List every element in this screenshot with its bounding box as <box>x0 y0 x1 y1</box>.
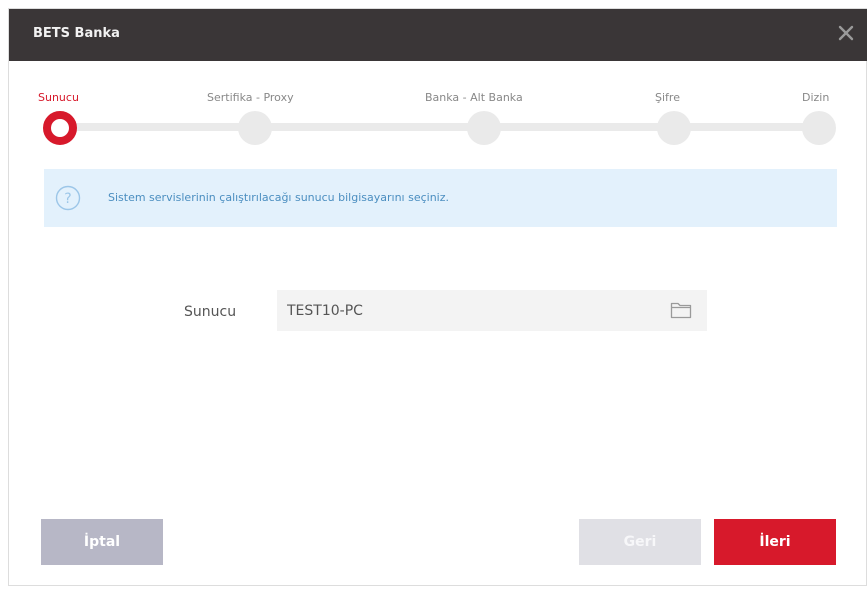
close-icon[interactable] <box>835 21 857 45</box>
info-message: Sistem servislerinin çalıştırılacağı sun… <box>108 191 449 204</box>
window-title: BETS Banka <box>33 26 120 41</box>
step-label-sunucu: Sunucu <box>38 91 79 104</box>
svg-text:?: ? <box>64 191 71 207</box>
server-field[interactable] <box>277 290 707 331</box>
step-dot-sunucu[interactable] <box>43 111 77 145</box>
next-button[interactable]: İleri <box>714 519 836 565</box>
info-banner: ? Sistem servislerinin çalıştırılacağı s… <box>44 169 837 227</box>
step-label-sertifika-proxy: Sertifika - Proxy <box>207 91 294 104</box>
title-bar: BETS Banka <box>9 9 867 61</box>
stepper-track <box>59 123 829 131</box>
cancel-button[interactable]: İptal <box>41 519 163 565</box>
step-dot-sertifika-proxy[interactable] <box>238 111 272 145</box>
question-circle-icon: ? <box>55 185 81 211</box>
server-label: Sunucu <box>184 304 237 320</box>
step-dot-banka-alt-banka[interactable] <box>467 111 501 145</box>
step-label-dizin: Dizin <box>802 91 830 104</box>
back-button[interactable]: Geri <box>579 519 701 565</box>
step-dot-dizin[interactable] <box>802 111 836 145</box>
setup-dialog: BETS Banka Sunucu Sertifika - Proxy Bank… <box>8 8 867 586</box>
folder-icon[interactable] <box>669 299 693 321</box>
step-label-sifre: Şifre <box>655 91 680 104</box>
wizard-stepper: Sunucu Sertifika - Proxy Banka - Alt Ban… <box>9 61 867 161</box>
step-dot-sifre[interactable] <box>657 111 691 145</box>
step-label-banka-alt-banka: Banka - Alt Banka <box>425 91 523 104</box>
